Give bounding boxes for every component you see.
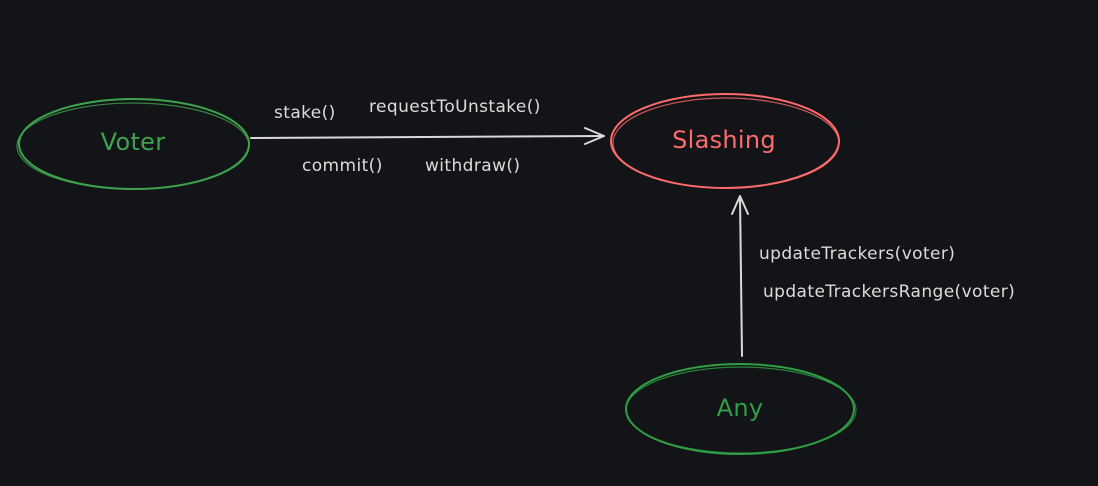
edge-voter-to-slashing: stake() requestToUnstake() commit() with… [250,97,605,176]
node-any-label: Any [717,394,764,422]
node-slashing-label: Slashing [672,126,776,154]
node-voter: Voter [16,98,250,190]
diagram-canvas: Voter Slashing Any stake() requestToUnst… [0,0,1098,486]
edge-any-to-slashing: updateTrackers(voter) updateTrackersRang… [731,195,1015,357]
edge-label-stake: stake() [274,103,336,123]
arrow-voter-slashing-line [250,135,604,139]
flow-diagram: Voter Slashing Any stake() requestToUnst… [16,93,1015,455]
edge-label-withdraw: withdraw() [425,156,520,176]
arrow-any-slashing-line [739,196,743,357]
edge-label-update-trackers: updateTrackers(voter) [759,244,955,264]
node-slashing: Slashing [610,93,840,189]
edge-label-update-trackers-range: updateTrackersRange(voter) [763,282,1015,302]
node-any: Any [625,363,857,455]
node-voter-label: Voter [101,128,166,156]
edge-label-request-to-unstake: requestToUnstake() [369,97,541,117]
edge-label-commit: commit() [302,156,383,176]
